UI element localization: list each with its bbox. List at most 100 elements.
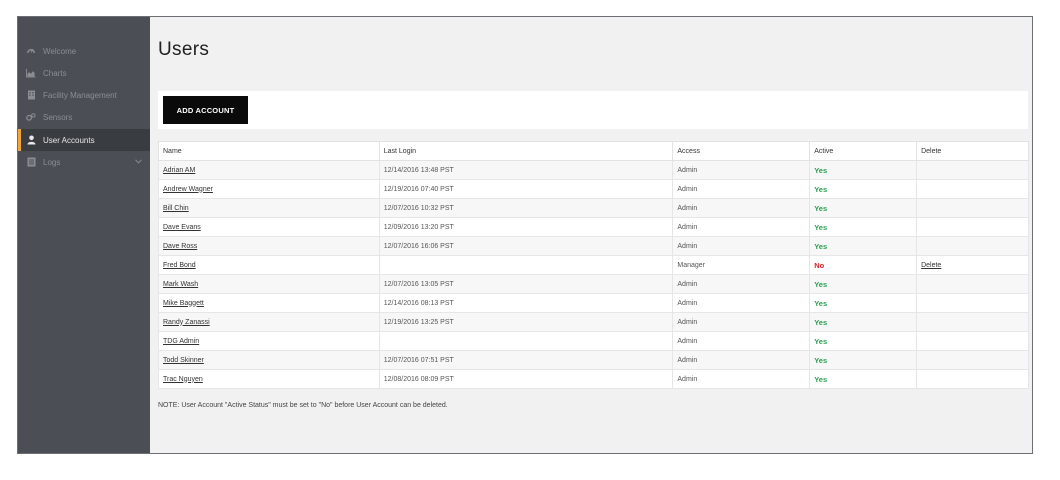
cell-delete — [916, 198, 1029, 218]
user-name-link[interactable]: Trac Nguyen — [163, 376, 203, 383]
cell-active: Yes — [809, 179, 918, 199]
cell-last-login: 12/07/2016 16:06 PST — [378, 236, 674, 256]
cell-name: Fred Bond — [158, 255, 380, 275]
user-name-link[interactable]: Fred Bond — [163, 262, 196, 269]
user-name-link[interactable]: Mark Wash — [163, 281, 198, 288]
user-name-link[interactable]: Todd Skinner — [163, 357, 204, 364]
cell-access: Admin — [672, 369, 811, 389]
app-window: Welcome Charts Facility Management Senso… — [17, 16, 1033, 454]
active-status: Yes — [814, 222, 828, 232]
cell-last-login: 12/07/2016 13:05 PST — [378, 274, 674, 294]
delete-note: NOTE: User Account "Active Status" must … — [158, 402, 448, 409]
cell-name: Mike Baggett — [158, 293, 380, 313]
toolbar: ADD ACCOUNT — [158, 91, 1028, 129]
cell-access: Admin — [672, 217, 811, 237]
cell-name: TDG Admin — [158, 331, 380, 351]
sidebar-item-user-accounts[interactable]: User Accounts — [18, 129, 150, 151]
sidebar-item-label: Charts — [43, 68, 67, 78]
cell-active: Yes — [809, 236, 918, 256]
column-header-active: Active — [809, 141, 918, 161]
cell-active: Yes — [809, 293, 918, 313]
cell-last-login: 12/19/2016 13:25 PST — [378, 312, 674, 332]
cell-delete — [916, 217, 1029, 237]
active-status: Yes — [814, 279, 828, 289]
user-name-link[interactable]: TDG Admin — [163, 338, 199, 345]
user-name-link[interactable]: Dave Evans — [163, 224, 201, 231]
column-header-delete: Delete — [916, 141, 1029, 161]
user-name-link[interactable]: Andrew Wagner — [163, 186, 213, 193]
cell-delete: Delete — [916, 255, 1029, 275]
cell-name: Andrew Wagner — [158, 179, 380, 199]
logs-icon — [26, 157, 36, 167]
cell-active: Yes — [809, 369, 918, 389]
building-icon — [26, 90, 36, 100]
cogs-icon — [26, 112, 36, 122]
cell-name: Dave Ross — [158, 236, 380, 256]
cell-access: Manager — [672, 255, 811, 275]
table-row: Bill Chin 12/07/2016 10:32 PST Admin Yes — [158, 198, 1029, 218]
cell-last-login: 12/19/2016 07:40 PST — [378, 179, 674, 199]
active-status: No — [814, 260, 825, 270]
delete-link[interactable]: Delete — [921, 262, 941, 269]
active-status: Yes — [814, 241, 828, 251]
column-header-access: Access — [672, 141, 811, 161]
cell-delete — [916, 274, 1029, 294]
cell-active: Yes — [809, 274, 918, 294]
cell-last-login: 12/09/2016 13:20 PST — [378, 217, 674, 237]
user-name-link[interactable]: Dave Ross — [163, 243, 197, 250]
sidebar: Welcome Charts Facility Management Senso… — [18, 17, 150, 453]
dashboard-icon — [26, 46, 36, 56]
add-account-button[interactable]: ADD ACCOUNT — [163, 96, 248, 124]
active-status: Yes — [814, 374, 828, 384]
active-status: Yes — [814, 298, 828, 308]
cell-last-login: 12/07/2016 10:32 PST — [378, 198, 674, 218]
cell-access: Admin — [672, 236, 811, 256]
cell-access: Admin — [672, 274, 811, 294]
active-status: Yes — [814, 203, 828, 213]
cell-access: Admin — [672, 350, 811, 370]
table-row: Dave Ross 12/07/2016 16:06 PST Admin Yes — [158, 236, 1029, 256]
table-row: Andrew Wagner 12/19/2016 07:40 PST Admin Ye… — [158, 179, 1029, 199]
sidebar-item-label: Welcome — [43, 46, 77, 56]
user-name-link[interactable]: Randy Zanassi — [163, 319, 210, 326]
cell-delete — [916, 331, 1029, 351]
table-row: Todd Skinner 12/07/2016 07:51 PST Admin Yes — [158, 350, 1029, 370]
sidebar-item-charts[interactable]: Charts — [18, 62, 150, 84]
table-header-row: Name Last Login Access Active Delete — [158, 141, 1029, 161]
cell-active: Yes — [809, 331, 918, 351]
cell-delete — [916, 350, 1029, 370]
cell-active: Yes — [809, 217, 918, 237]
sidebar-item-facility-management[interactable]: Facility Management — [18, 84, 150, 106]
cell-active: No — [809, 255, 918, 275]
sidebar-item-logs[interactable]: Logs — [18, 151, 150, 173]
active-status: Yes — [814, 336, 828, 346]
cell-last-login: 12/08/2016 08:09 PST — [378, 369, 674, 389]
cell-access: Admin — [672, 312, 811, 332]
cell-access: Admin — [672, 160, 811, 180]
sidebar-item-welcome[interactable]: Welcome — [18, 40, 150, 62]
area-chart-icon — [26, 68, 36, 78]
cell-delete — [916, 236, 1029, 256]
cell-delete — [916, 179, 1029, 199]
column-header-last-login: Last Login — [378, 141, 674, 161]
active-status: Yes — [814, 165, 828, 175]
cell-delete — [916, 369, 1029, 389]
users-table: Name Last Login Access Active Delete Adr… — [158, 141, 1029, 389]
cell-access: Admin — [672, 198, 811, 218]
user-name-link[interactable]: Mike Baggett — [163, 300, 204, 307]
sidebar-item-sensors[interactable]: Sensors — [18, 106, 150, 128]
column-header-name: Name — [158, 141, 380, 161]
table-row: Mark Wash 12/07/2016 13:05 PST Admin Yes — [158, 274, 1029, 294]
cell-access: Admin — [672, 179, 811, 199]
cell-access: Admin — [672, 293, 811, 313]
table-row: Randy Zanassi 12/19/2016 13:25 PST Admin Ye… — [158, 312, 1029, 332]
cell-last-login: 12/07/2016 07:51 PST — [378, 350, 674, 370]
cell-active: Yes — [809, 198, 918, 218]
sidebar-item-label: Facility Management — [43, 90, 117, 100]
table-row: Mike Baggett 12/14/2016 08:13 PST Admin Yes — [158, 293, 1029, 313]
user-icon — [26, 135, 36, 145]
user-name-link[interactable]: Adrian AM — [163, 167, 195, 174]
cell-delete — [916, 160, 1029, 180]
user-name-link[interactable]: Bill Chin — [163, 205, 189, 212]
chevron-down-icon — [135, 157, 142, 166]
